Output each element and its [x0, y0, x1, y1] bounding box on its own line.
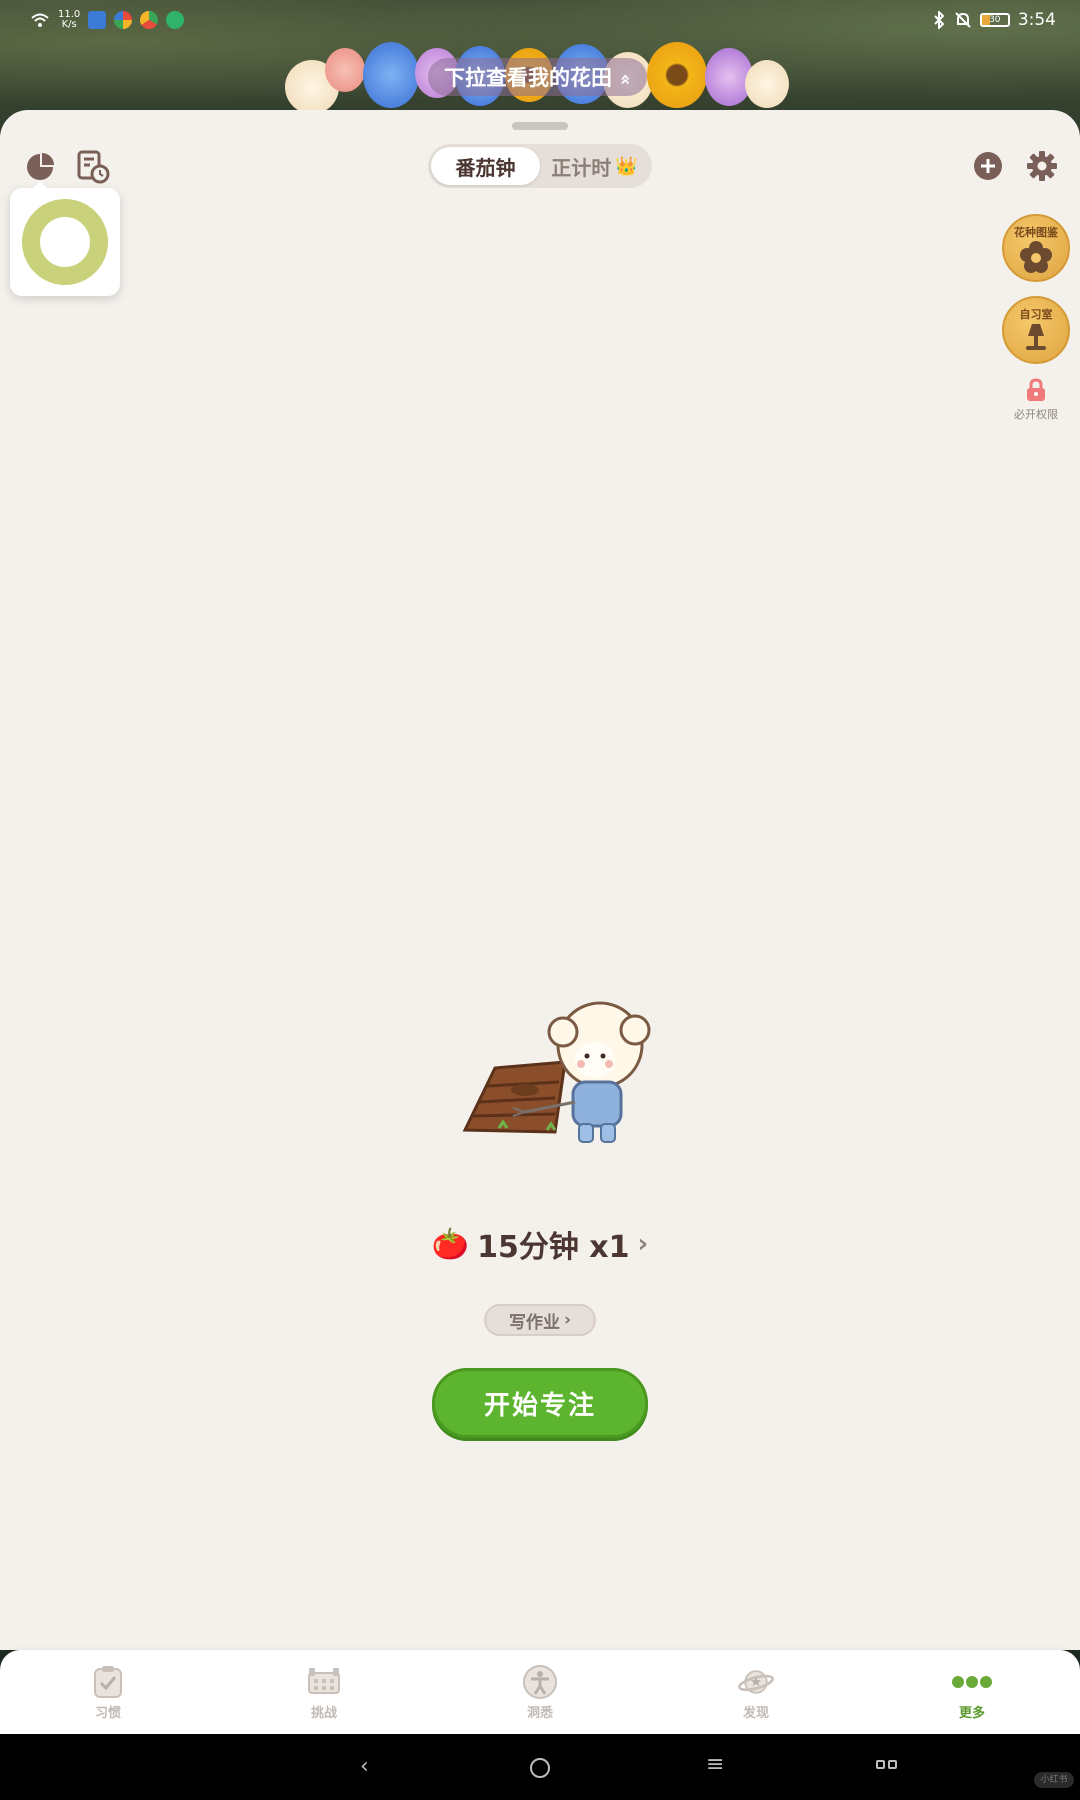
battery-icon: 30	[979, 13, 1010, 27]
chevron-right-icon: ›	[637, 1229, 649, 1259]
calendar-icon	[308, 1667, 340, 1694]
nav-item-habits[interactable]: 习惯	[48, 1664, 168, 1721]
start-focus-label: 开始专注	[483, 1390, 596, 1421]
flower-decoration	[745, 60, 789, 108]
study-room-button[interactable]: 自习室	[1002, 296, 1070, 364]
net-speed: 11.0 K/s	[58, 10, 80, 30]
more-dots-icon	[952, 1675, 992, 1688]
focus-donut-chart	[22, 199, 108, 285]
bottom-nav: 习惯 挑战 洞悉 发现 更多	[0, 1650, 1080, 1734]
add-icon[interactable]	[970, 148, 1006, 184]
status-right: 30 3:54	[932, 10, 1056, 30]
sheep-garden-illustration	[462, 1001, 651, 1143]
bluetooth-icon	[934, 11, 945, 29]
session-duration: 15分钟 x1	[477, 1230, 630, 1265]
flower-decoration	[363, 42, 419, 108]
home-icon[interactable]	[530, 1758, 550, 1778]
app-icon-1	[114, 11, 133, 29]
desk-lamp-icon	[1026, 324, 1046, 350]
history-doc-clock-icon[interactable]	[74, 148, 110, 184]
task-tag-button[interactable]: 写作业 ›	[484, 1304, 596, 1336]
planet-icon	[738, 1669, 774, 1694]
tab-pomodoro[interactable]: 番茄钟	[431, 147, 540, 185]
required-permissions[interactable]: 必开权限	[1004, 378, 1068, 426]
nav-label-more: 更多	[958, 1705, 985, 1721]
mode-toggle: 番茄钟 正计时 👑	[428, 144, 652, 188]
back-icon[interactable]: ‹	[360, 1754, 369, 1779]
nav-label-challenge: 挑战	[310, 1705, 337, 1721]
statistics-pie-icon[interactable]	[22, 148, 58, 184]
tomato-icon: 🍅	[431, 1226, 470, 1262]
watermark: 小红书	[1034, 1772, 1074, 1788]
lock-icon	[1027, 378, 1045, 401]
study-room-label: 自习室	[1019, 308, 1053, 321]
pull-down-hint-label: 下拉查看我的花田	[444, 66, 613, 90]
pull-down-hint[interactable]: 下拉查看我的花田 »	[428, 58, 647, 96]
tab-stopwatch-label: 正计时	[551, 155, 612, 180]
app-icon-2	[140, 11, 159, 29]
drag-handle[interactable]	[512, 122, 568, 130]
nav-label-insights: 洞悉	[526, 1705, 553, 1721]
flower-catalog-button[interactable]: 花种图鉴	[1002, 214, 1070, 282]
checkbox-icon	[94, 1665, 122, 1698]
tab-stopwatch[interactable]: 正计时 👑	[540, 147, 649, 185]
nav-item-challenge[interactable]: 挑战	[264, 1664, 384, 1721]
flower-icon	[1020, 241, 1052, 273]
session-selector[interactable]: 🍅 15分钟 x1 ›	[420, 1220, 660, 1268]
focus-sheet: 番茄钟 正计时 👑 花种图鉴 自习室 必开权限 🍅 15分钟 x1 › 写作业 …	[0, 110, 1080, 1650]
system-nav-bar: ‹ ≡	[0, 1734, 1080, 1800]
mute-bell-icon	[955, 12, 971, 28]
recent-apps-icon[interactable]	[876, 1760, 897, 1769]
person-icon	[523, 1664, 557, 1699]
battery-level: 30	[989, 15, 1001, 25]
clock: 3:54	[1017, 10, 1056, 30]
nav-item-more[interactable]: 更多	[912, 1664, 1032, 1721]
nav-item-discover[interactable]: 发现	[696, 1664, 816, 1721]
wifi-icon	[31, 13, 49, 27]
status-bar: 11.0 K/s 30 3:54	[0, 0, 1080, 40]
tab-pomodoro-label: 番茄钟	[455, 155, 516, 180]
start-focus-button[interactable]: 开始专注	[432, 1368, 648, 1438]
settings-gear-icon[interactable]	[1024, 148, 1060, 184]
crown-icon: 👑	[615, 155, 638, 177]
nav-label-habits: 习惯	[94, 1705, 121, 1721]
net-speed-unit: K/s	[61, 19, 77, 30]
chevron-right-icon: ›	[563, 1310, 571, 1330]
stats-popover[interactable]	[10, 181, 120, 296]
nav-item-insights[interactable]: 洞悉	[480, 1664, 600, 1721]
flower-field-banner[interactable]: 下拉查看我的花田 »	[285, 42, 790, 114]
required-permissions-label: 必开权限	[1014, 408, 1058, 421]
app-icon-3	[166, 11, 185, 29]
nav-label-discover: 发现	[742, 1705, 769, 1721]
task-tag-label: 写作业	[508, 1312, 560, 1333]
flower-decoration	[325, 48, 365, 92]
chevron-up-icon: »	[614, 73, 636, 86]
menu-icon[interactable]: ≡	[706, 1752, 724, 1777]
flower-catalog-label: 花种图鉴	[1014, 226, 1058, 239]
baidu-app-icon	[88, 11, 107, 29]
status-left: 11.0 K/s	[30, 10, 185, 30]
flower-decoration	[647, 42, 707, 108]
